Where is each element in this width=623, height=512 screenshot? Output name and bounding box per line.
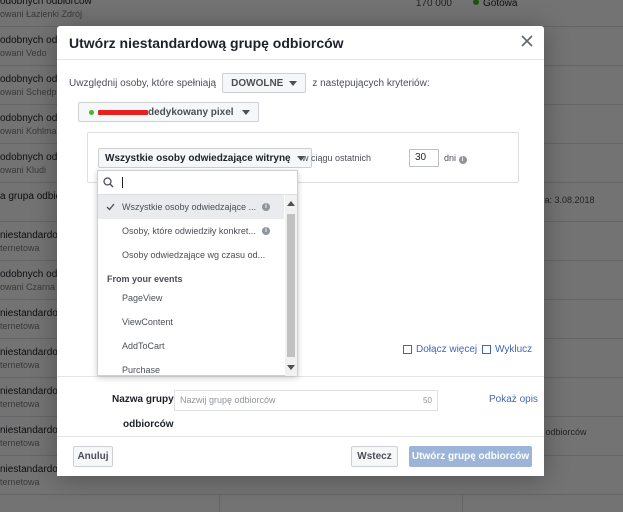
audience-name-label: Nazwa grupy <box>112 394 174 405</box>
pixel-selector[interactable]: dedykowany pixel <box>78 102 259 122</box>
criteria-row: Uwzględnij osoby, które spełniają DOWOLN… <box>69 73 430 93</box>
scrollbar-thumb[interactable] <box>287 214 295 357</box>
pixel-status-dot <box>89 109 94 115</box>
menu-option-label: Osoby odwiedzające wg czasu od... <box>122 250 266 260</box>
menu-option[interactable]: Osoby, które odwiedziły konkret... i <box>98 219 284 243</box>
chevron-down-icon <box>289 80 298 86</box>
close-icon[interactable] <box>520 34 534 48</box>
search-icon <box>103 177 114 188</box>
menu-option[interactable]: Osoby odwiedzające wg czasu od... <box>98 243 284 267</box>
menu-section-title: From your events <box>107 274 183 284</box>
menu-option-label: Wszystkie osoby odwiedzające ... <box>122 202 257 212</box>
menu-scrollbar[interactable] <box>285 195 297 376</box>
days-input[interactable]: 30 <box>409 149 439 167</box>
scroll-down-icon[interactable] <box>287 365 295 371</box>
create-audience-button[interactable]: Utwórz grupę odbiorców <box>409 446 532 467</box>
text-cursor <box>122 177 123 188</box>
dialog-footer: Anuluj Wstecz Utwórz grupę odbiorców <box>57 436 544 476</box>
menu-option-label: Osoby, które odwiedziły konkret... <box>122 226 256 236</box>
dialog-title: Utwórz niestandardową grupę odbiorców <box>69 35 344 51</box>
menu-options: Wszystkie osoby odwiedzające ... i Osoby, … <box>98 195 284 376</box>
menu-event-option[interactable]: PageView <box>98 286 284 310</box>
redaction-mark <box>98 109 148 115</box>
criteria-mode-dropdown[interactable]: DOWOLNE <box>222 73 307 93</box>
chevron-down-icon <box>241 109 250 115</box>
menu-event-label: PageView <box>122 293 163 303</box>
scroll-up-icon[interactable] <box>287 200 295 206</box>
criteria-suffix: z następujących kryteriów: <box>312 77 430 89</box>
menu-option[interactable]: Wszystkie osoby odwiedzające ... i <box>98 195 284 219</box>
dialog-header: Utwórz niestandardową grupę odbiorców <box>57 26 544 60</box>
exclude-label: Wyklucz <box>495 344 533 355</box>
menu-event-label: ViewContent <box>122 317 173 327</box>
back-button[interactable]: Wstecz <box>351 446 398 467</box>
pixel-label: dedykowany pixel <box>148 106 234 118</box>
audience-name-label-line2: odbiorców <box>123 419 174 430</box>
character-counter: 50 <box>423 396 432 405</box>
criteria-mode-label: DOWOLNE <box>231 77 284 89</box>
info-icon[interactable]: i <box>262 203 270 211</box>
criteria-prefix: Uwzględnij osoby, które spełniają <box>69 77 217 89</box>
check-icon <box>106 203 115 211</box>
exclude-link[interactable]: Wyklucz <box>482 344 532 355</box>
include-more-label: Dołącz więcej <box>416 344 478 355</box>
days-unit: dni i <box>444 153 467 164</box>
visitor-rule-label: Wszystkie osoby odwiedzające witrynę <box>105 152 291 164</box>
days-unit-label: dni <box>444 153 457 163</box>
menu-event-label: Purchase <box>122 365 161 375</box>
info-icon[interactable]: i <box>458 156 467 164</box>
visitor-rule-menu: Wszystkie osoby odwiedzające ... i Osoby, … <box>97 170 298 376</box>
menu-event-option[interactable]: AddToCart <box>98 334 284 358</box>
copy-icon <box>482 345 491 354</box>
menu-event-label: AddToCart <box>122 341 165 351</box>
within-label: w ciągu ostatnich <box>302 153 372 163</box>
menu-event-option[interactable]: ViewContent <box>98 310 284 334</box>
audience-name-input[interactable]: Nazwij grupę odbiorców <box>174 390 438 411</box>
include-more-link[interactable]: Dołącz więcej <box>403 344 477 355</box>
section-divider <box>57 376 544 377</box>
menu-event-option[interactable]: Purchase <box>98 358 284 376</box>
menu-search[interactable] <box>98 171 297 195</box>
info-icon[interactable]: i <box>262 227 270 235</box>
visitor-rule-dropdown[interactable]: Wszystkie osoby odwiedzające witrynę <box>98 148 312 168</box>
cancel-button[interactable]: Anuluj <box>73 446 113 467</box>
show-description-link[interactable]: Pokaż opis <box>489 394 538 405</box>
copy-icon <box>403 345 412 354</box>
